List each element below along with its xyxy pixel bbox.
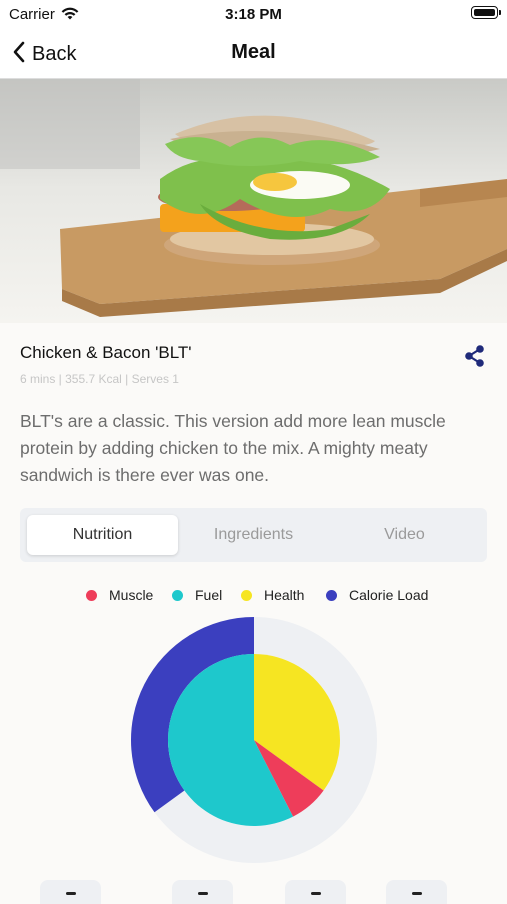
- chevron-left-icon: [12, 40, 26, 69]
- meal-meta: 6 mins | 355.7 Kcal | Serves 1: [20, 372, 179, 386]
- tab-control: Nutrition Ingredients Video: [20, 508, 487, 562]
- navigation-bar: Back Meal: [0, 30, 507, 79]
- clock: 3:18 PM: [225, 6, 282, 23]
- action-icon: [310, 892, 321, 895]
- back-label: Back: [32, 42, 77, 65]
- bottom-action-2[interactable]: [172, 880, 233, 904]
- legend-swatch-calorie-load: [326, 589, 337, 601]
- share-icon: [462, 345, 488, 373]
- legend-swatch-fuel: [172, 589, 183, 601]
- action-icon: [411, 892, 422, 895]
- bottom-action-1[interactable]: [40, 880, 101, 904]
- tab-ingredients[interactable]: Ingredients: [178, 515, 329, 555]
- back-button[interactable]: Back: [12, 40, 76, 68]
- legend-swatch-muscle: [86, 589, 97, 601]
- meal-photo: [0, 79, 507, 323]
- tab-nutrition[interactable]: Nutrition: [27, 515, 178, 555]
- meal-title: Chicken & Bacon 'BLT': [20, 343, 192, 362]
- tab-video[interactable]: Video: [329, 515, 480, 555]
- bottom-action-3[interactable]: [285, 880, 346, 904]
- bottom-action-4[interactable]: [386, 880, 447, 904]
- share-button[interactable]: [462, 343, 488, 369]
- action-icon: [65, 892, 76, 895]
- legend-swatch-health: [241, 589, 252, 601]
- nutrition-chart-svg: [130, 617, 377, 863]
- action-icon: [197, 892, 208, 895]
- battery-icon: [471, 6, 501, 19]
- meal-description: BLT's are a classic. This version add mo…: [20, 411, 446, 485]
- status-bar: Carrier 3:18 PM: [0, 0, 507, 30]
- nutrition-chart: [0, 600, 507, 880]
